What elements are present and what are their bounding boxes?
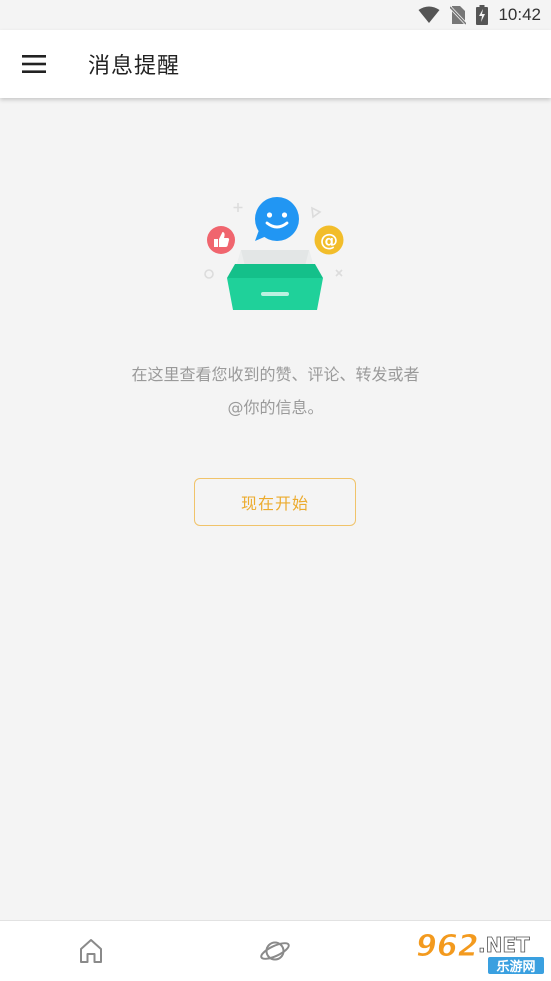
empty-state-line-2: @你的信息。 bbox=[227, 398, 324, 417]
chat-bubble-icon bbox=[255, 197, 299, 241]
battery-charging-icon bbox=[476, 5, 489, 25]
svg-text:.NET: .NET bbox=[478, 933, 530, 957]
menu-button[interactable] bbox=[0, 30, 68, 98]
app-bar: 消息提醒 bbox=[0, 30, 551, 98]
empty-state-message: 在这里查看您收到的赞、评论、转发或者 @你的信息。 bbox=[0, 358, 551, 424]
svg-text:乐游网: 乐游网 bbox=[496, 959, 535, 975]
svg-text:962: 962 bbox=[416, 929, 479, 964]
empty-state-line-1: 在这里查看您收到的赞、评论、转发或者 bbox=[131, 365, 420, 384]
wifi-icon bbox=[418, 6, 440, 23]
planet-icon[interactable] bbox=[259, 935, 291, 967]
home-icon[interactable] bbox=[75, 935, 107, 967]
status-icons: 10:42 bbox=[418, 4, 541, 26]
status-bar: 10:42 bbox=[0, 0, 551, 30]
start-now-button[interactable]: 现在开始 bbox=[194, 478, 356, 526]
at-sign-icon: @ bbox=[314, 225, 344, 255]
status-time: 10:42 bbox=[498, 5, 541, 24]
empty-inbox-illustration: @ bbox=[204, 197, 344, 310]
thumbs-up-icon bbox=[207, 226, 235, 254]
open-box-icon bbox=[227, 250, 323, 310]
no-sim-icon bbox=[450, 5, 467, 25]
svg-text:@: @ bbox=[320, 231, 338, 252]
site-watermark-logo: 962 .NET 乐游网 bbox=[416, 929, 544, 975]
page-title: 消息提醒 bbox=[88, 54, 181, 79]
hamburger-menu-icon bbox=[22, 55, 46, 73]
